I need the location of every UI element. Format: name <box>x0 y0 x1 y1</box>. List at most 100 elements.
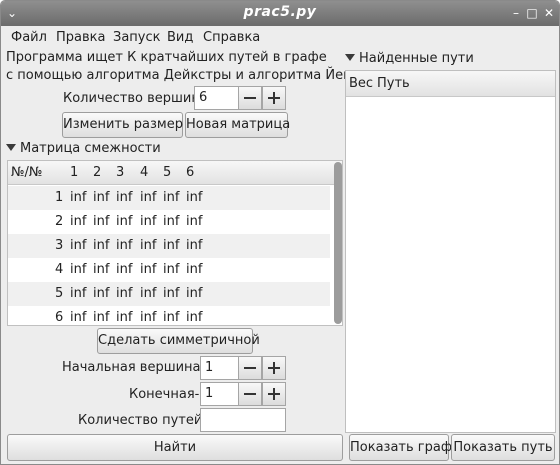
matrix-cell[interactable]: inf <box>93 190 109 205</box>
column-header[interactable]: 1 <box>70 165 78 180</box>
end-vertex-increment-button[interactable] <box>262 382 286 406</box>
matrix-cell[interactable]: inf <box>140 310 156 325</box>
expander-arrow-icon <box>345 54 355 61</box>
start-vertex-decrement-button[interactable] <box>238 356 262 380</box>
matrix-cell[interactable]: inf <box>70 214 86 229</box>
matrix-cell[interactable]: inf <box>186 262 202 277</box>
close-icon[interactable]: ✕ <box>542 6 556 20</box>
table-row[interactable]: 2 inf inf inf inf inf inf <box>8 210 330 234</box>
matrix-cell[interactable]: inf <box>163 238 179 253</box>
vertex-count-stepper[interactable]: 6 <box>194 86 286 110</box>
found-paths-table[interactable]: Вес Путь <box>345 70 556 433</box>
resize-button[interactable]: Изменить размер <box>62 112 183 138</box>
matrix-cell[interactable]: inf <box>163 262 179 277</box>
matrix-cell[interactable]: inf <box>70 286 86 301</box>
matrix-cell[interactable]: inf <box>116 238 132 253</box>
matrix-cell[interactable]: inf <box>116 286 132 301</box>
row-index: 1 <box>55 190 64 205</box>
matrix-scrollbar[interactable] <box>334 162 342 324</box>
corner-header[interactable]: №/№ <box>11 165 42 180</box>
menu-view[interactable]: Вид <box>167 30 193 45</box>
path-column-header[interactable]: Путь <box>377 76 410 91</box>
start-vertex-value[interactable]: 1 <box>205 360 213 375</box>
vertex-count-decrement-button[interactable] <box>238 86 262 110</box>
matrix-cell[interactable]: inf <box>186 286 202 301</box>
column-header[interactable]: 6 <box>186 165 194 180</box>
matrix-cell[interactable]: inf <box>116 262 132 277</box>
window-title: prac5.py <box>243 4 317 20</box>
matrix-cell[interactable]: inf <box>93 286 109 301</box>
matrix-cell[interactable]: inf <box>186 190 202 205</box>
table-row[interactable]: 3 inf inf inf inf inf inf <box>8 234 330 258</box>
matrix-cell[interactable]: inf <box>70 262 86 277</box>
path-count-label: Количество путей- <box>78 413 207 428</box>
row-index: 4 <box>55 262 64 277</box>
table-row[interactable]: 1 inf inf inf inf inf inf <box>8 186 330 210</box>
path-count-input[interactable] <box>200 408 286 432</box>
matrix-cell[interactable]: inf <box>163 286 179 301</box>
column-header[interactable]: 4 <box>140 165 148 180</box>
menu-edit[interactable]: Правка <box>56 30 105 45</box>
matrix-cell[interactable]: inf <box>140 262 156 277</box>
row-index: 6 <box>55 310 64 325</box>
matrix-cell[interactable]: inf <box>93 214 109 229</box>
expander-arrow-icon <box>6 144 16 151</box>
matrix-cell[interactable]: inf <box>140 214 156 229</box>
vertex-count-increment-button[interactable] <box>262 86 286 110</box>
matrix-cell[interactable]: inf <box>116 190 132 205</box>
column-header[interactable]: 2 <box>93 165 101 180</box>
start-vertex-increment-button[interactable] <box>262 356 286 380</box>
column-header[interactable]: 3 <box>116 165 124 180</box>
table-row[interactable]: 5 inf inf inf inf inf inf <box>8 282 330 306</box>
minimize-icon[interactable]: – <box>509 6 523 20</box>
find-button[interactable]: Найти <box>7 434 343 461</box>
new-matrix-button[interactable]: Новая матрица <box>185 112 290 138</box>
adjacency-title: Матрица смежности <box>20 141 161 156</box>
vertex-count-value[interactable]: 6 <box>199 90 207 105</box>
end-vertex-value[interactable]: 1 <box>205 386 213 401</box>
row-index: 5 <box>55 286 64 301</box>
matrix-cell[interactable]: inf <box>140 238 156 253</box>
table-row[interactable]: 4 inf inf inf inf inf inf <box>8 258 330 282</box>
make-symmetric-button[interactable]: Сделать симметричной <box>97 328 260 354</box>
matrix-cell[interactable]: inf <box>116 214 132 229</box>
matrix-cell[interactable]: inf <box>163 214 179 229</box>
matrix-cell[interactable]: inf <box>163 310 179 325</box>
start-vertex-stepper[interactable]: 1 <box>200 356 286 380</box>
matrix-cell[interactable]: inf <box>93 310 109 325</box>
menu-bar: Файл Правка Запуск Вид Справка <box>1 27 559 49</box>
matrix-cell[interactable]: inf <box>186 214 202 229</box>
show-graph-button[interactable]: Показать граф <box>349 434 452 461</box>
matrix-cell[interactable]: inf <box>93 262 109 277</box>
matrix-cell[interactable]: inf <box>163 190 179 205</box>
adjacency-expander[interactable]: Матрица смежности <box>6 141 161 156</box>
menu-help[interactable]: Справка <box>203 30 260 45</box>
menu-run[interactable]: Запуск <box>113 30 161 45</box>
found-paths-header: Вес Путь <box>346 71 555 97</box>
matrix-cell[interactable]: inf <box>70 190 86 205</box>
table-row[interactable]: 6 inf inf inf inf inf inf <box>8 306 330 325</box>
matrix-cell[interactable]: inf <box>116 310 132 325</box>
description-line-1: Программа ищет К кратчайших путей в граф… <box>6 50 327 65</box>
adjacency-table-header: №/№ 1 2 3 4 5 6 <box>8 161 342 185</box>
description-line-2: с помощью алгоритма Дейкстры и алгоритма… <box>6 68 364 83</box>
weight-column-header[interactable]: Вес <box>349 76 373 91</box>
matrix-cell[interactable]: inf <box>70 238 86 253</box>
start-vertex-label: Начальная вершина- <box>62 360 206 375</box>
end-vertex-decrement-button[interactable] <box>238 382 262 406</box>
column-header[interactable]: 5 <box>163 165 171 180</box>
menu-file[interactable]: Файл <box>11 30 47 45</box>
matrix-cell[interactable]: inf <box>70 310 86 325</box>
adjacency-table[interactable]: №/№ 1 2 3 4 5 6 1 inf inf inf inf inf inf 2 inf i… <box>7 160 343 326</box>
matrix-cell[interactable]: inf <box>186 238 202 253</box>
end-vertex-stepper[interactable]: 1 <box>200 382 286 406</box>
app-window: ⌄ prac5.py – □ ✕ Файл Правка Запуск Вид … <box>0 0 560 465</box>
maximize-icon[interactable]: □ <box>525 6 539 20</box>
matrix-cell[interactable]: inf <box>93 238 109 253</box>
matrix-cell[interactable]: inf <box>186 310 202 325</box>
show-path-button[interactable]: Показать путь <box>451 434 555 461</box>
matrix-cell[interactable]: inf <box>140 286 156 301</box>
vertex-count-label: Количество вершин- <box>63 91 205 106</box>
found-paths-expander[interactable]: Найденные пути <box>345 51 474 66</box>
matrix-cell[interactable]: inf <box>140 190 156 205</box>
